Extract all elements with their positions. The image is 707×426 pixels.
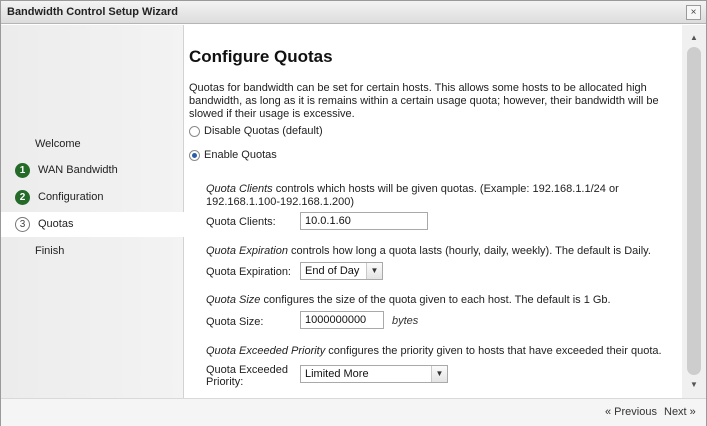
enable-quotas-label: Enable Quotas [204,149,277,161]
help-term: Quota Expiration [206,245,288,257]
close-icon[interactable]: × [686,5,701,20]
quota-priority-help: Quota Exceeded Priority configures the p… [206,345,676,358]
quota-priority-label-line2: Priority: [206,376,244,388]
step-label: Quotas [38,218,74,230]
page-title: Configure Quotas [189,47,333,66]
scroll-thumb[interactable] [687,47,701,375]
selected-value: End of Day [305,265,360,277]
scroll-down-icon[interactable]: ▼ [686,378,702,392]
page-description: Quotas for bandwidth can be set for cert… [189,82,659,120]
wizard-footer: « Previous Next » [1,398,706,426]
step-label: Finish [35,245,65,257]
step-configuration[interactable]: 2 Configuration [1,185,184,210]
selected-value: Limited More [305,368,369,380]
help-text: controls how long a quota lasts (hourly,… [287,245,651,257]
help-term: Quota Exceeded Priority [206,345,326,357]
step-label: Configuration [38,191,104,203]
step-complete-icon: 2 [15,190,30,205]
quota-expiration-label: Quota Expiration: [206,266,291,278]
help-text: configures the priority given to hosts t… [325,345,662,357]
vertical-scrollbar[interactable]: ▲ ▼ [682,25,706,398]
step-finish[interactable]: Finish [1,239,184,264]
quota-size-input[interactable] [300,311,384,329]
window-title: Bandwidth Control Setup Wizard [7,6,178,18]
quota-expiration-select[interactable]: End of Day ▼ [300,262,383,280]
help-text: configures the size of the quota given t… [260,294,611,306]
quota-expiration-help: Quota Expiration controls how long a quo… [206,245,676,258]
previous-button[interactable]: « Previous [605,406,657,418]
quota-size-unit: bytes [392,315,419,327]
step-wan-bandwidth[interactable]: 1 WAN Bandwidth [1,158,184,183]
wizard-window: Bandwidth Control Setup Wizard × Welcome… [0,0,707,426]
step-complete-icon: 1 [15,163,30,178]
quota-clients-input[interactable] [300,212,428,230]
disable-quotas-radio[interactable] [189,126,200,137]
step-welcome[interactable]: Welcome [1,132,184,157]
chevron-down-icon[interactable]: ▼ [366,263,382,279]
quota-clients-label: Quota Clients: [206,216,276,228]
disable-quotas-label: Disable Quotas (default) [204,125,323,137]
wizard-steps-sidebar: Welcome 1 WAN Bandwidth 2 Configuration … [1,25,184,398]
quota-priority-label-line1: Quota Exceeded [206,364,288,376]
quota-settings-panel: Configure Quotas Quotas for bandwidth ca… [185,25,682,398]
quota-size-help: Quota Size configures the size of the qu… [206,294,676,307]
help-term: Quota Size [206,294,261,306]
title-bar[interactable]: Bandwidth Control Setup Wizard × [1,1,706,24]
step-quotas[interactable]: 3 Quotas [1,212,184,237]
quota-size-label: Quota Size: [206,316,264,328]
quota-clients-help: Quota Clients controls which hosts will … [206,183,676,209]
scroll-up-icon[interactable]: ▲ [686,31,702,45]
help-term: Quota Clients [206,183,273,195]
enable-quotas-radio[interactable] [189,150,200,161]
step-label: WAN Bandwidth [38,164,118,176]
step-current-icon: 3 [15,217,30,232]
quota-priority-select[interactable]: Limited More ▼ [300,365,448,383]
chevron-down-icon[interactable]: ▼ [431,366,447,382]
next-button[interactable]: Next » [664,406,696,418]
step-label: Welcome [35,138,81,150]
